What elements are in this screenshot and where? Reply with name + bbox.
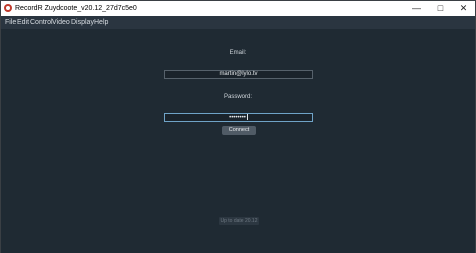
email-value: martin@lylo.tv <box>219 71 258 77</box>
menu-video[interactable]: Video <box>52 18 70 27</box>
window-title: RecordR Zuydcoote_v20.12_27d7c5e0 <box>15 5 137 12</box>
login-panel: Email: martin@lylo.tv Password: ••••••••… <box>1 29 475 253</box>
password-value: •••••••• <box>229 115 246 121</box>
email-field[interactable]: martin@lylo.tv <box>164 70 313 79</box>
text-caret <box>246 114 248 120</box>
menu-help[interactable]: Help <box>94 18 108 27</box>
minimize-icon[interactable]: — <box>405 1 428 16</box>
close-icon[interactable]: ✕ <box>452 1 475 16</box>
menu-bar: File Edit Control Video Display Help <box>1 16 475 29</box>
app-window: RecordR Zuydcoote_v20.12_27d7c5e0 — □ ✕ … <box>0 0 476 253</box>
menu-display[interactable]: Display <box>71 18 94 27</box>
connect-button[interactable]: Connect <box>222 126 256 135</box>
app-logo-icon <box>4 4 12 12</box>
email-label: Email: <box>229 50 247 56</box>
title-bar: RecordR Zuydcoote_v20.12_27d7c5e0 — □ ✕ <box>1 1 475 16</box>
maximize-icon[interactable]: □ <box>429 1 452 16</box>
menu-file[interactable]: File <box>5 18 16 27</box>
update-status-badge: Up to date 20.12 <box>219 217 259 225</box>
menu-control[interactable]: Control <box>30 18 53 27</box>
menu-edit[interactable]: Edit <box>17 18 29 27</box>
password-field[interactable]: •••••••• <box>164 113 313 122</box>
password-label: Password: <box>223 94 252 100</box>
